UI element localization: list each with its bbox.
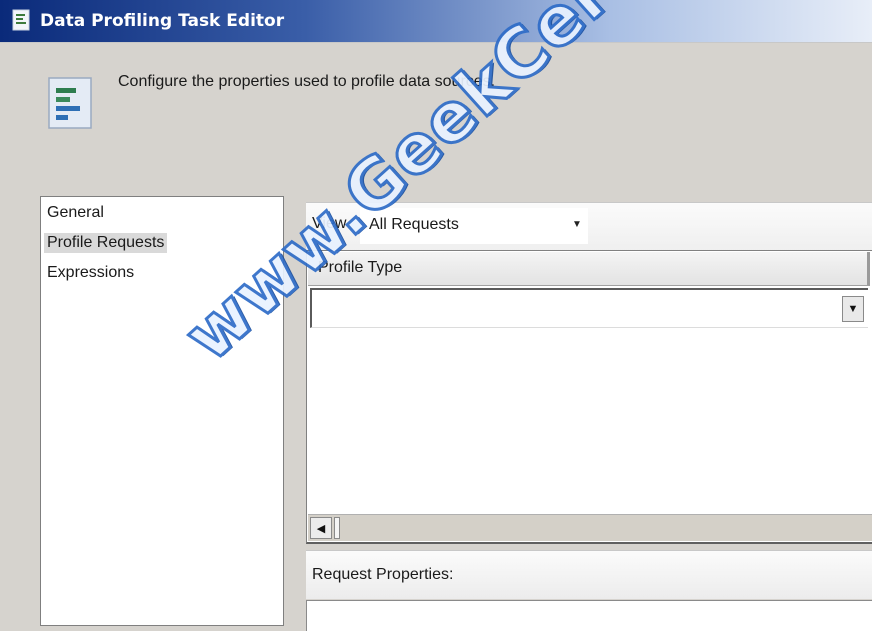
nav-panel bbox=[40, 196, 284, 626]
scroll-thumb[interactable] bbox=[334, 517, 340, 539]
profile-type-cell[interactable]: ▼ bbox=[310, 288, 868, 328]
column-header-profile-type: Profile Type bbox=[318, 259, 403, 276]
chevron-down-icon[interactable]: ▼ bbox=[570, 216, 584, 232]
grid-column-header[interactable]: Profile Type bbox=[308, 252, 870, 286]
header-description: Configure the properties used to profile… bbox=[118, 73, 496, 90]
view-label: View bbox=[312, 215, 347, 232]
nav-item-general[interactable]: General bbox=[44, 203, 107, 223]
chevron-down-icon[interactable]: ▼ bbox=[842, 296, 864, 322]
request-properties-grid[interactable] bbox=[306, 600, 872, 631]
request-properties-label: Request Properties: bbox=[312, 566, 454, 583]
document-icon bbox=[12, 9, 30, 31]
nav-item-profile-requests[interactable]: Profile Requests bbox=[44, 233, 168, 253]
horizontal-scrollbar[interactable]: ◀ bbox=[308, 514, 872, 541]
view-dropdown[interactable]: All Requests ▼ bbox=[360, 208, 588, 244]
data-profiling-icon bbox=[48, 77, 92, 129]
title-bar[interactable]: Data Profiling Task Editor bbox=[0, 0, 872, 43]
nav-item-expressions[interactable]: Expressions bbox=[44, 263, 137, 283]
window-title: Data Profiling Task Editor bbox=[40, 11, 285, 31]
scroll-left-icon[interactable]: ◀ bbox=[310, 517, 332, 539]
view-dropdown-value: All Requests bbox=[369, 216, 459, 233]
